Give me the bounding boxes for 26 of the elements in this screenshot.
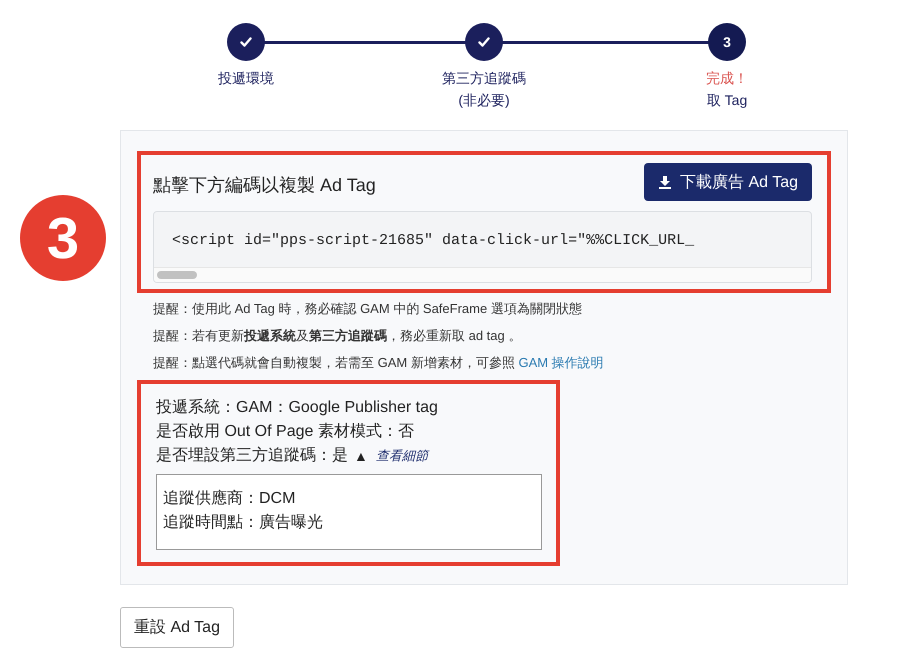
guide-link[interactable]: GAM 操作說明 — [518, 355, 604, 370]
summary-text: 是否埋設第三方追蹤碼：是 — [156, 446, 348, 466]
section-title: 點擊下方編碼以複製 Ad Tag — [153, 174, 376, 197]
step-label: 第三方追蹤碼 — [442, 69, 526, 88]
note-text: 提醒：使用此 Ad Tag 時，務必確認 GAM 中的 SafeFrame 選項為關閉狀態 — [153, 300, 583, 318]
detail-text: 追蹤時間點：廣告曝光 — [163, 512, 324, 533]
step-label: 完成！ — [706, 69, 748, 88]
step-circle: 3 — [708, 23, 746, 61]
code-field[interactable]: <script id="pps-script-21685" data-click-url="%%CLICK_URL_ — [153, 211, 812, 283]
summary-text: 是否啟用 Out Of Page 素材模式：否 — [156, 422, 415, 442]
details-link[interactable]: 查看細節 — [376, 447, 428, 465]
download-button[interactable]: 下載廣告 Ad Tag — [644, 163, 812, 201]
download-icon — [658, 175, 672, 189]
note-text: 提醒：若有更新投遞系統及第三方追蹤碼，務必重新取 ad tag 。 — [153, 327, 522, 345]
note-text: 提醒：點選代碼就會自動複製，若需至 GAM 新增素材，可參照 GAM 操作說明 — [153, 354, 605, 372]
reset-button[interactable]: 重設 Ad Tag — [120, 607, 234, 648]
scrollbar-thumb[interactable] — [157, 271, 197, 279]
step-label: (非必要) — [458, 91, 510, 110]
step-label: 取 Tag — [706, 91, 748, 110]
check-icon — [478, 36, 490, 48]
check-icon — [240, 36, 252, 48]
step-label: 投遞環境 — [218, 69, 274, 88]
detail-text: 追蹤供應商：DCM — [163, 488, 296, 509]
toggle-arrow[interactable]: ▲ — [354, 448, 368, 464]
step-number-badge: 3 — [20, 195, 106, 281]
summary-text: 投遞系統：GAM：Google Publisher tag — [156, 398, 439, 418]
